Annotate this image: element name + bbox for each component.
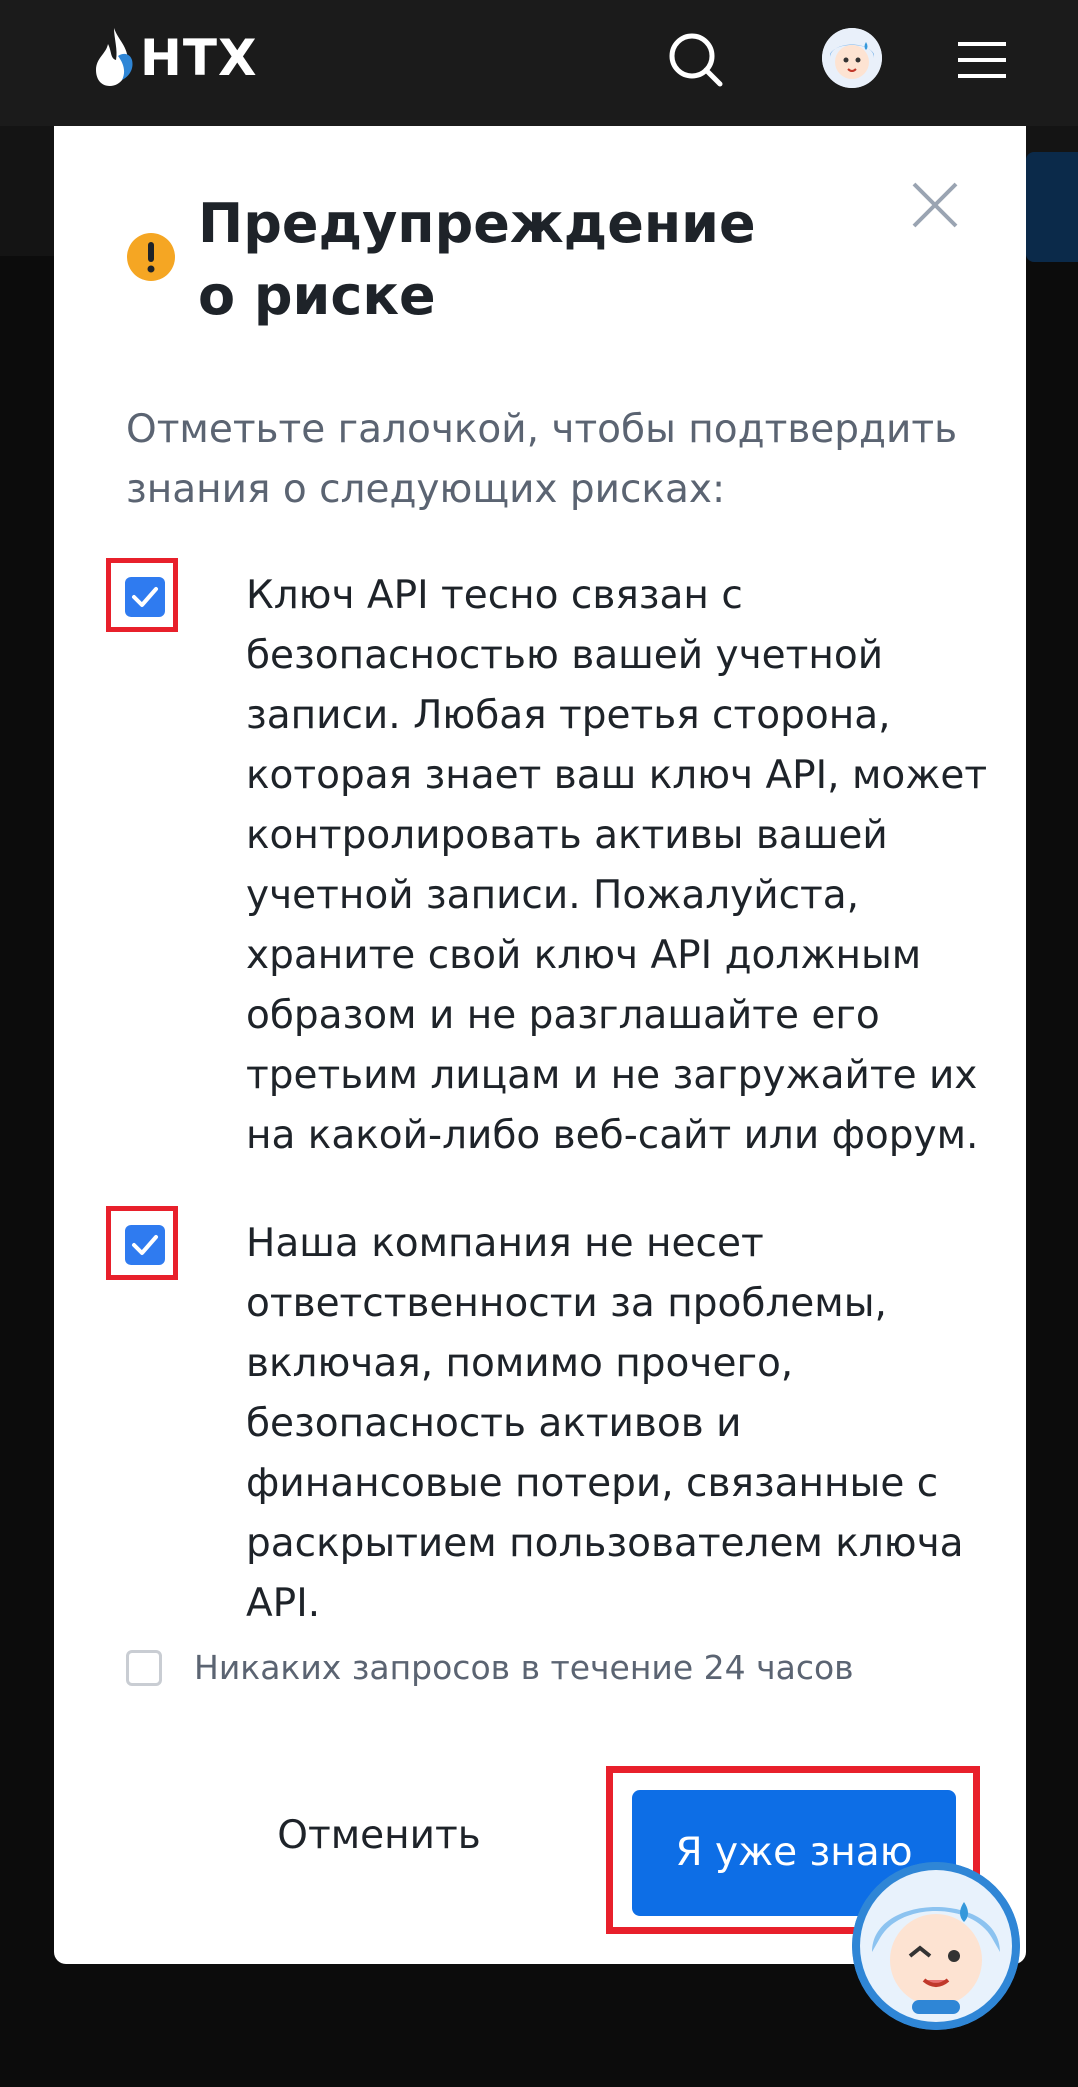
risk-checkbox-2[interactable] [125,1225,165,1265]
checkmark-icon [132,1235,158,1255]
htx-logo[interactable]: HTX [94,26,258,90]
top-header: HTX [0,0,1078,126]
hamburger-menu-icon[interactable] [956,38,1008,82]
backdrop-button-remnant [1026,152,1078,262]
modal-intro: Отметьте галочкой, чтобы подтвердить зна… [126,407,958,512]
cancel-button[interactable]: Отменить [244,1786,514,1886]
close-icon[interactable] [908,178,962,232]
modal-title: Предупреждение о риске [198,192,756,327]
logo-text: HTX [140,29,258,87]
risk-checkbox-1[interactable] [125,577,165,617]
risk-warning-modal: Предупреждение о риске Отметьте галочкой… [54,126,1026,1964]
avatar-face-icon [822,28,882,88]
mascot-icon [852,1862,1020,2030]
warning-icon [127,233,175,281]
flame-logo-icon [96,28,133,86]
search-icon[interactable] [666,30,726,90]
risk-item-text: Наша компания не несет ответственности з… [246,1221,964,1626]
checkmark-icon [132,587,158,607]
risk-item-text: Ключ API тесно связан с безопасностью ва… [246,573,988,1158]
support-chat-icon[interactable] [852,1862,1020,2030]
avatar-icon[interactable] [822,28,882,88]
no-ask-checkbox[interactable] [126,1650,162,1686]
no-ask-label[interactable]: Никаких запросов в течение 24 часов [194,1644,854,1692]
